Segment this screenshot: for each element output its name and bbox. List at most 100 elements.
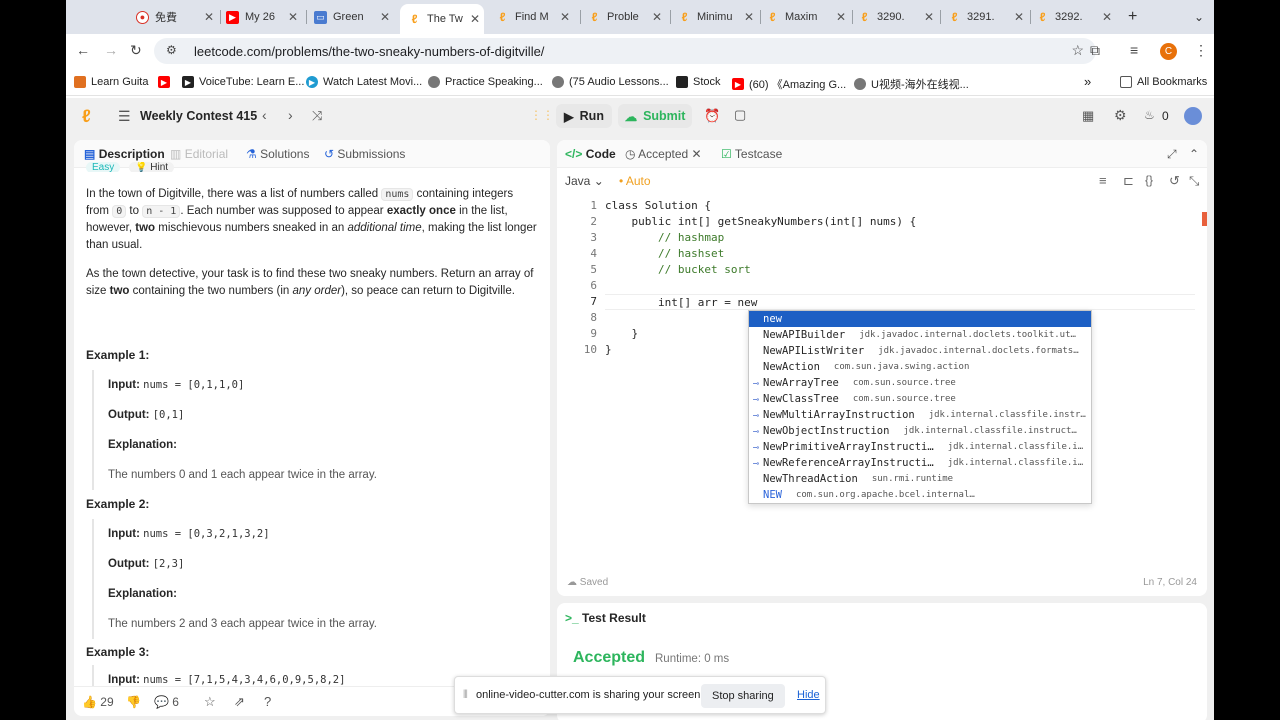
close-tab-icon[interactable]: ✕ xyxy=(652,10,662,24)
braces-icon[interactable]: {} xyxy=(1145,173,1153,187)
browser-tab[interactable]: ▭ Green ✕ xyxy=(314,5,394,29)
code-line-active[interactable]: int[] arr = new xyxy=(605,294,1195,310)
forward-icon[interactable]: → xyxy=(104,42,118,58)
close-tab-icon[interactable]: ✕ xyxy=(1102,10,1112,24)
code-line[interactable] xyxy=(605,278,1195,294)
browser-tab[interactable]: ℓ Proble ✕ xyxy=(588,5,666,29)
browser-tab-active[interactable]: ℓ The Tw ✕ xyxy=(400,4,484,34)
run-button[interactable]: ▶ Run xyxy=(556,104,612,128)
autocomplete-item[interactable]: ⊸ NewClassTree com.sun.source.tree xyxy=(749,391,1091,407)
code-line[interactable]: class Solution { xyxy=(605,198,1195,214)
close-tab-icon[interactable]: ✕ xyxy=(204,10,214,24)
help-icon[interactable]: ? xyxy=(264,694,271,709)
auto-mode[interactable]: • Auto xyxy=(619,174,651,188)
shuffle-icon[interactable]: ⤨ xyxy=(312,108,322,124)
more-bookmarks-button[interactable]: » xyxy=(1084,74,1091,89)
close-tab-icon[interactable]: ✕ xyxy=(470,12,480,26)
next-problem-icon[interactable]: › xyxy=(288,107,293,123)
close-tab-icon[interactable]: ✕ xyxy=(1014,10,1024,24)
all-bookmarks-button[interactable]: All Bookmarks xyxy=(1120,76,1207,88)
autocomplete-item[interactable]: ⊸ NewMultiArrayInstruction jdk.internal.cl… xyxy=(749,407,1091,423)
autocomplete-item[interactable]: NewAPIListWriter jdk.javadoc.internal.doc… xyxy=(749,343,1091,359)
browser-tab[interactable]: ℓ 3291. ✕ xyxy=(948,5,1028,29)
browser-tab[interactable]: ℓ Find M ✕ xyxy=(496,5,574,29)
hide-button[interactable]: Hide xyxy=(797,689,820,701)
format-icon[interactable]: ≡ xyxy=(1099,173,1107,188)
reload-icon[interactable]: ↻ xyxy=(130,42,142,59)
code-line[interactable]: // bucket sort xyxy=(605,262,1195,278)
prev-problem-icon[interactable]: ‹ xyxy=(262,107,267,123)
tab-testcase[interactable]: ☑ Testcase xyxy=(721,147,782,161)
fullscreen-icon[interactable]: ⤡ xyxy=(1189,173,1199,189)
bookmark-star-icon[interactable]: ☆ xyxy=(1071,42,1084,59)
profile-avatar[interactable]: C xyxy=(1160,43,1177,60)
autocomplete-item[interactable]: NewAPIBuilder jdk.javadoc.internal.doclet… xyxy=(749,327,1091,343)
layout-icon[interactable]: ▦ xyxy=(1082,108,1094,124)
close-tab-icon[interactable]: ✕ xyxy=(288,10,298,24)
bookmark-item[interactable]: ▶ xyxy=(158,76,175,88)
autocomplete-item[interactable]: NewAction com.sun.java.swing.action xyxy=(749,359,1091,375)
autocomplete-item[interactable]: ⊸ NewReferenceArrayInstructi… jdk.internal… xyxy=(749,455,1091,471)
bookmark-item[interactable]: Learn Guita xyxy=(74,76,148,88)
code-line[interactable]: public int[] getSneakyNumbers(int[] nums… xyxy=(605,214,1195,230)
favorite-star-icon[interactable]: ☆ xyxy=(204,694,216,710)
streak-fire-icon[interactable]: ♨ xyxy=(1144,108,1155,122)
dislike-icon[interactable]: 👎 xyxy=(126,695,141,709)
back-icon[interactable]: ← xyxy=(76,42,90,58)
tab-editorial[interactable]: ▥ Editorial xyxy=(170,147,228,161)
close-tab-icon[interactable]: ✕ xyxy=(560,10,570,24)
reset-icon[interactable]: ↺ xyxy=(1169,173,1180,189)
close-tab-icon[interactable]: ✕ xyxy=(380,10,390,24)
share-icon[interactable]: ⇗ xyxy=(234,694,245,710)
like-button[interactable]: 👍 29 xyxy=(82,695,114,709)
site-info-icon[interactable]: ⚙ xyxy=(166,43,177,57)
autocomplete-item[interactable]: NEW com.sun.org.apache.bcel.internal… xyxy=(749,487,1091,503)
browser-tab[interactable]: ℓ Minimu ✕ xyxy=(678,5,758,29)
browser-tab[interactable]: ℓ 3290. ✕ xyxy=(858,5,938,29)
submit-button[interactable]: ☁ Submit xyxy=(618,104,692,128)
maximize-icon[interactable]: ⤢ xyxy=(1167,147,1177,162)
contest-title[interactable]: Weekly Contest 415 xyxy=(140,109,257,123)
url-text[interactable]: leetcode.com/problems/the-two-sneaky-num… xyxy=(194,44,544,59)
bookmark-item[interactable]: U视频-海外在线视... xyxy=(854,76,969,92)
close-tab-icon[interactable]: ✕ xyxy=(692,147,702,161)
language-select[interactable]: Java ⌄ xyxy=(565,174,604,188)
notes-icon[interactable]: ▢ xyxy=(734,107,746,123)
tab-solutions[interactable]: ⚗ Solutions xyxy=(246,147,309,161)
browser-tab[interactable]: ℓ 3292. ✕ xyxy=(1036,5,1116,29)
drag-handle-icon[interactable]: ⦀ xyxy=(463,689,468,702)
autocomplete-item[interactable]: ⊸ NewPrimitiveArrayInstructi… jdk.internal… xyxy=(749,439,1091,455)
tab-code[interactable]: </> Code xyxy=(565,147,616,161)
bookmark-icon[interactable]: ⊏ xyxy=(1123,173,1134,189)
alarm-icon[interactable]: ⏰ xyxy=(704,108,720,124)
bookmark-item[interactable]: ▶ (60) 《Amazing G... xyxy=(732,76,846,92)
settings-gear-icon[interactable]: ⚙ xyxy=(1114,107,1127,124)
collapse-icon[interactable]: ⌃ xyxy=(1189,147,1199,161)
browser-tab[interactable]: ● 免費 ✕ xyxy=(136,5,218,29)
bookmark-item[interactable]: ▶ VoiceTube: Learn E... xyxy=(182,76,304,88)
tab-submissions[interactable]: ↺ Submissions xyxy=(324,147,405,161)
drag-handle-icon[interactable]: ⋮⋮ xyxy=(530,108,554,122)
extensions-icon[interactable]: ⧉ xyxy=(1090,42,1100,59)
tab-description[interactable]: ▤ Description xyxy=(84,147,165,161)
browser-tab[interactable]: ℓ Maxim ✕ xyxy=(766,5,850,29)
code-line[interactable]: // hashmap xyxy=(605,230,1195,246)
autocomplete-item[interactable]: new xyxy=(749,311,1091,327)
user-avatar[interactable] xyxy=(1184,107,1202,125)
close-tab-icon[interactable]: ✕ xyxy=(744,10,754,24)
menu-icon[interactable]: ⋮ xyxy=(1194,42,1208,59)
new-tab-button[interactable]: + xyxy=(1128,5,1148,29)
bookmark-item[interactable]: Practice Speaking... xyxy=(428,76,543,88)
tab-search-icon[interactable]: ⌄ xyxy=(1194,5,1210,29)
problem-list-icon[interactable]: ☰ xyxy=(118,108,131,125)
bookmark-item[interactable]: (75 Audio Lessons... xyxy=(552,76,669,88)
media-icon[interactable]: ≡ xyxy=(1130,42,1138,58)
bookmark-item[interactable]: Stock xyxy=(676,76,721,88)
browser-tab[interactable]: ▶ My 26 ✕ xyxy=(226,5,302,29)
bookmark-item[interactable]: ▶ Watch Latest Movi... xyxy=(306,76,422,88)
code-line[interactable]: // hashset xyxy=(605,246,1195,262)
hint-badge[interactable]: 💡 Hint xyxy=(129,162,175,172)
tab-accepted[interactable]: ◷ Accepted ✕ xyxy=(625,147,702,161)
tab-test-result[interactable]: >_ Test Result xyxy=(565,611,646,625)
close-tab-icon[interactable]: ✕ xyxy=(836,10,846,24)
